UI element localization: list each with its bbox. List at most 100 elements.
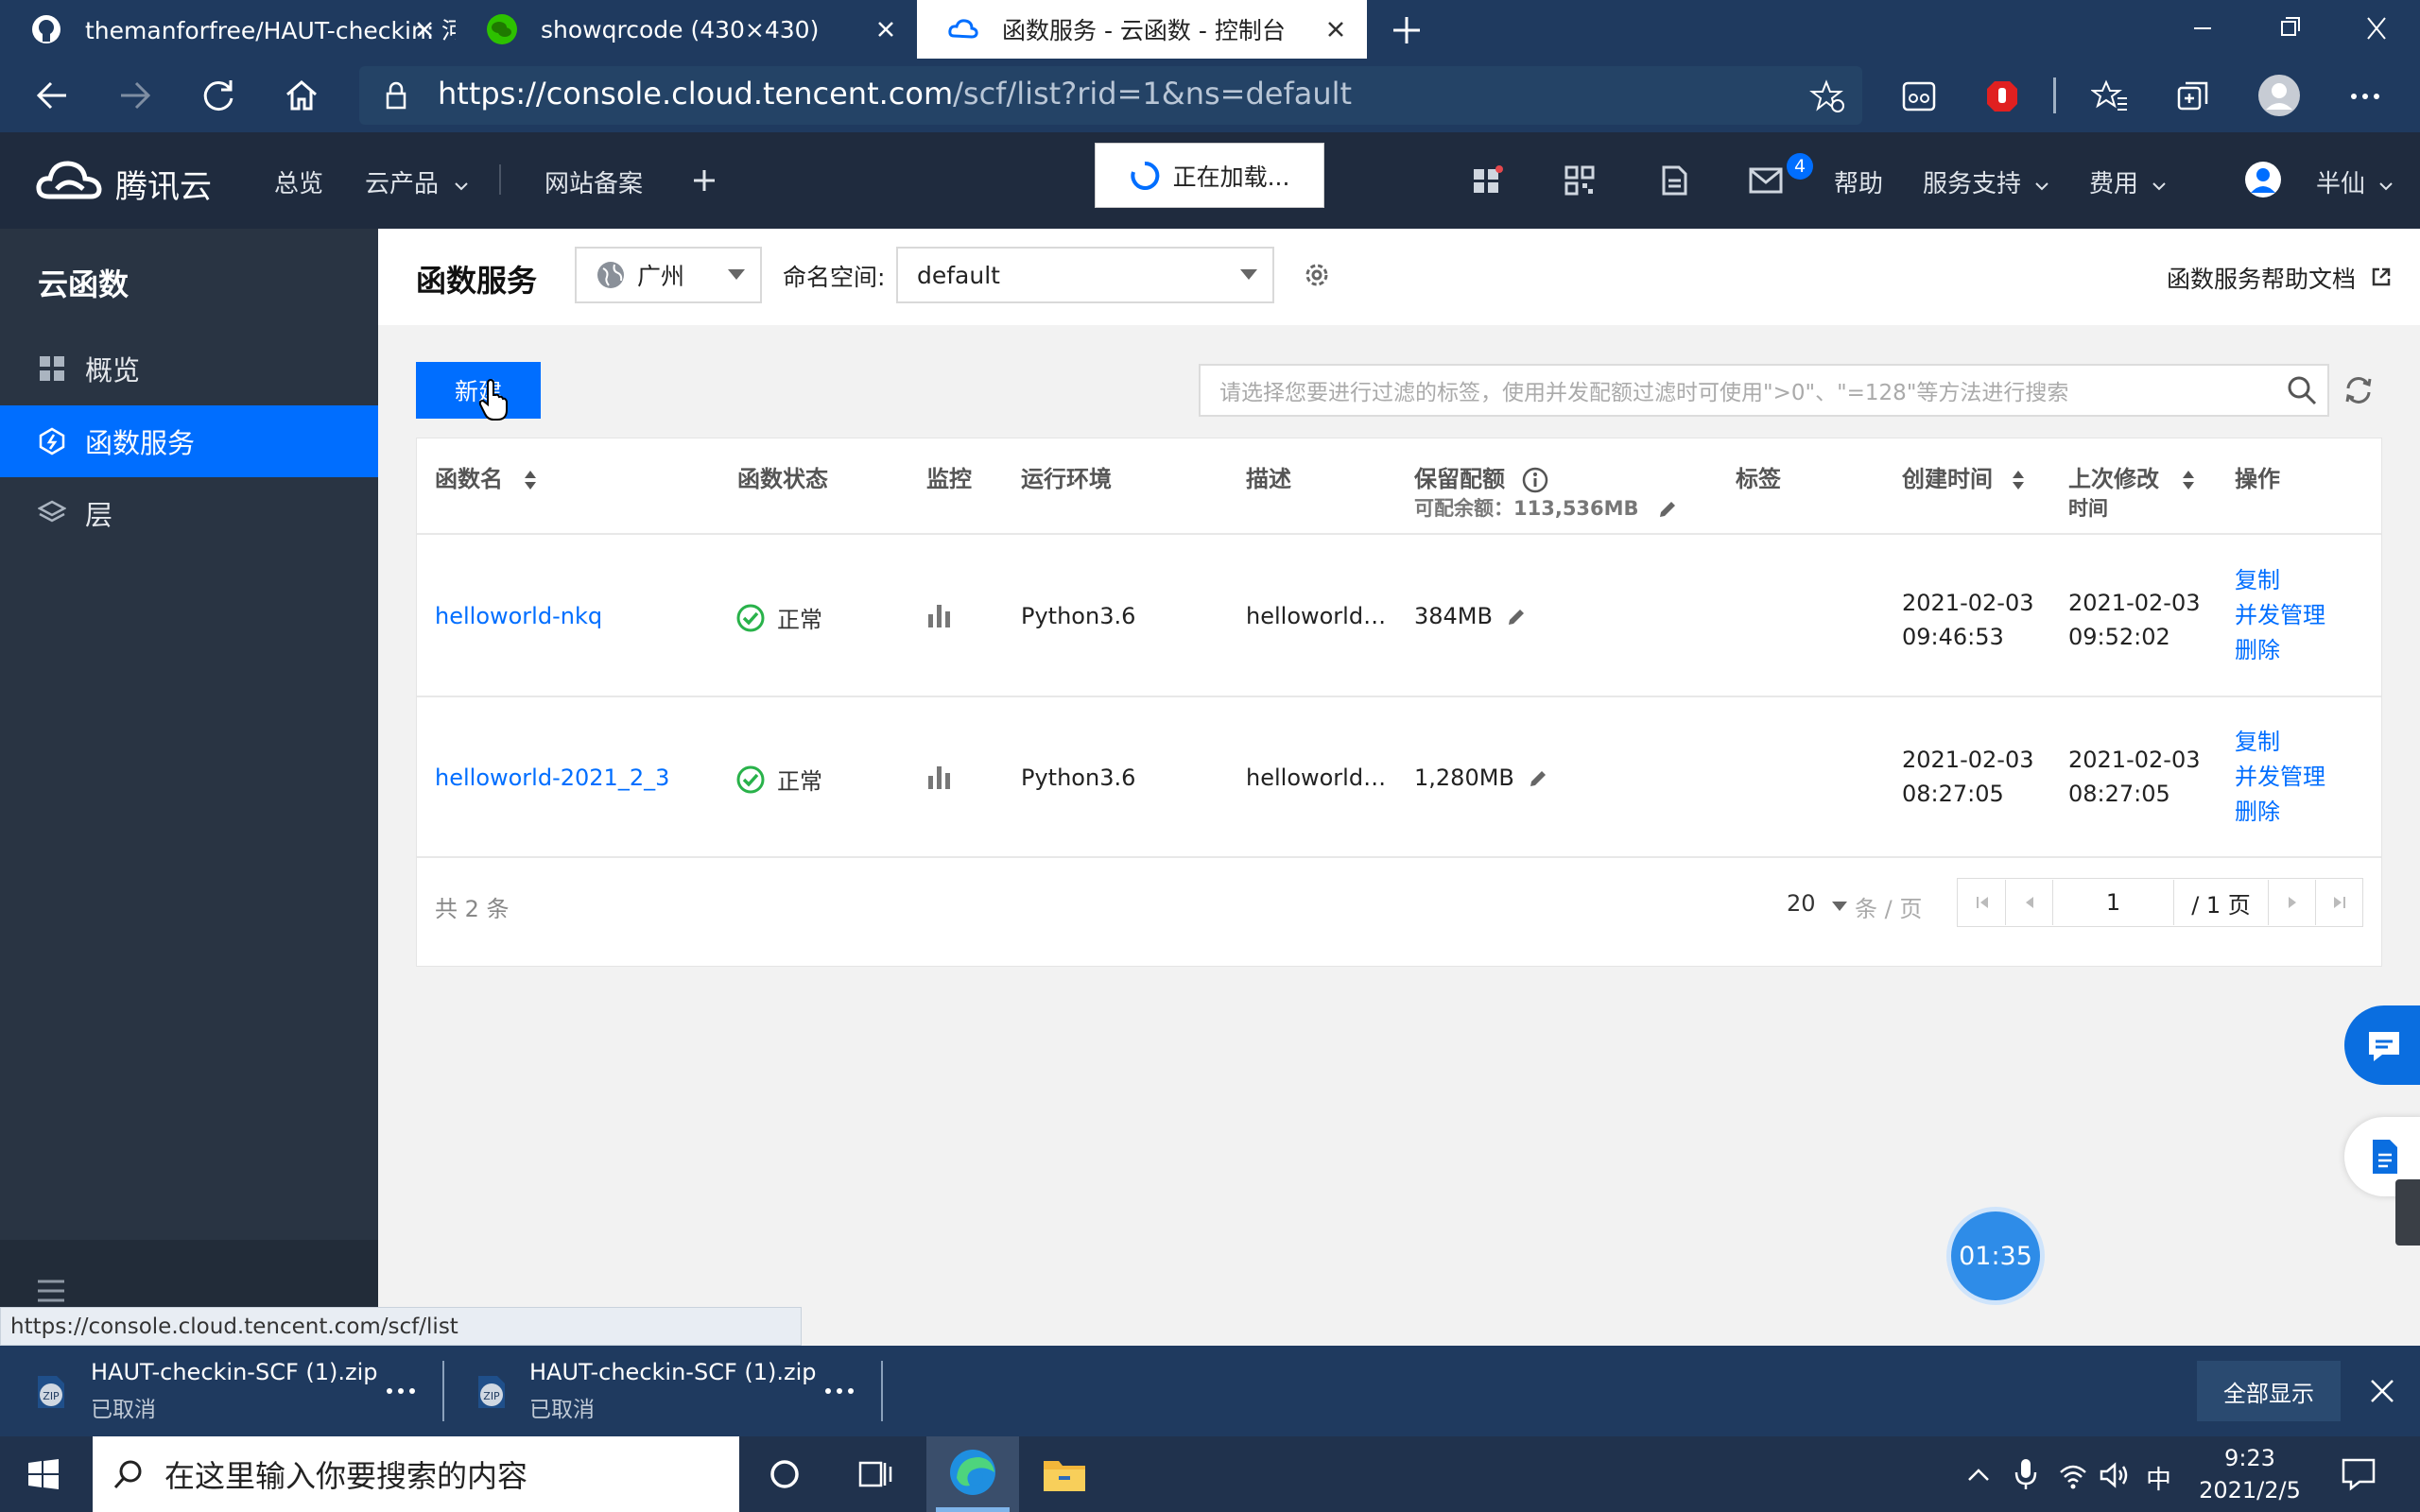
- runtime-value: Python3.6: [1021, 603, 1136, 629]
- nav-help[interactable]: 帮助: [1834, 164, 1883, 199]
- nav-products[interactable]: 云产品: [365, 164, 469, 199]
- profile-avatar-icon[interactable]: [2257, 74, 2301, 117]
- more-options-icon[interactable]: [382, 1376, 420, 1406]
- function-name-link[interactable]: helloworld-nkq: [435, 603, 602, 629]
- document-icon[interactable]: [1658, 164, 1690, 197]
- concurrency-action[interactable]: 并发管理: [2235, 760, 2325, 795]
- download-item[interactable]: ZIP HAUT-checkin-SCF (1).zip 已取消: [0, 1357, 441, 1425]
- delete-action[interactable]: 删除: [2235, 633, 2325, 668]
- copy-action[interactable]: 复制: [2235, 563, 2325, 598]
- column-header-name[interactable]: 函数名: [435, 460, 537, 493]
- user-menu[interactable]: 半仙: [2316, 164, 2394, 199]
- tag-filter-search[interactable]: 请选择您要进行过滤的标签，使用并发配额过滤时可使用">0"、"=128"等方法进…: [1199, 364, 2329, 417]
- close-icon[interactable]: [1322, 15, 1350, 43]
- refresh-icon[interactable]: [2342, 374, 2375, 406]
- edit-pencil-icon[interactable]: [1528, 768, 1548, 789]
- page-number-input[interactable]: 1: [2053, 880, 2174, 925]
- close-icon[interactable]: [410, 15, 439, 43]
- user-avatar-icon[interactable]: [2244, 161, 2282, 198]
- delete-action[interactable]: 删除: [2235, 795, 2325, 830]
- sidebar-item-overview[interactable]: 概览: [0, 333, 378, 404]
- reader-extension-icon[interactable]: [1900, 77, 1938, 115]
- refresh-button[interactable]: [197, 74, 240, 117]
- file-explorer-icon[interactable]: [1042, 1453, 1087, 1493]
- first-page-button[interactable]: [1959, 880, 2006, 925]
- nav-support[interactable]: 服务支持: [1923, 164, 2049, 199]
- info-icon[interactable]: [1522, 467, 1548, 493]
- window-close-button[interactable]: [2354, 8, 2399, 49]
- network-icon[interactable]: [2057, 1459, 2089, 1491]
- minimize-button[interactable]: [2180, 8, 2225, 49]
- sort-icon: [2182, 470, 2195, 490]
- search-icon[interactable]: [2286, 374, 2318, 406]
- system-clock[interactable]: 9:23 2021/2/5: [2184, 1442, 2316, 1506]
- tab-scf-console[interactable]: 函数服务 - 云函数 - 控制台: [917, 0, 1367, 59]
- close-download-bar-icon[interactable]: [2365, 1374, 2399, 1408]
- function-name-link[interactable]: helloworld-2021_2_3: [435, 765, 669, 791]
- back-button[interactable]: [30, 74, 74, 117]
- copy-action[interactable]: 复制: [2235, 725, 2325, 760]
- add-shortcut-plus-icon[interactable]: [690, 166, 718, 195]
- monitor-chart-icon[interactable]: [926, 603, 953, 629]
- close-icon[interactable]: [872, 15, 900, 43]
- download-item[interactable]: ZIP HAUT-checkin-SCF (1).zip 已取消: [444, 1357, 881, 1425]
- edit-pencil-icon[interactable]: [1657, 499, 1678, 520]
- column-header-modified[interactable]: 上次修改: [2068, 460, 2195, 493]
- page-size-select[interactable]: 20: [1787, 890, 1848, 917]
- collections-icon[interactable]: [2174, 77, 2212, 115]
- prev-page-button[interactable]: [2006, 880, 2053, 925]
- windows-start-icon[interactable]: [26, 1457, 60, 1491]
- apps-grid-icon[interactable]: [1471, 164, 1503, 197]
- last-page-button[interactable]: [2316, 880, 2363, 925]
- timer-badge[interactable]: 01:35: [1951, 1211, 2040, 1300]
- column-header-created[interactable]: 创建时间: [1902, 460, 2025, 493]
- adblock-extension-icon[interactable]: [1983, 77, 2021, 115]
- qrcode-icon[interactable]: [1564, 164, 1596, 197]
- home-button[interactable]: [280, 74, 323, 117]
- brand-name[interactable]: 腾讯云: [115, 161, 212, 207]
- url-text[interactable]: https://console.cloud.tencent.com/scf/li…: [438, 76, 1352, 112]
- volume-icon[interactable]: [2099, 1459, 2131, 1491]
- sidebar-item-label: 层: [85, 499, 113, 531]
- taskbar-edge-app[interactable]: [926, 1436, 1019, 1512]
- task-view-icon[interactable]: [858, 1457, 894, 1491]
- collapse-menu-icon[interactable]: [36, 1278, 66, 1304]
- region-select[interactable]: 广州: [575, 247, 762, 303]
- nav-overview[interactable]: 总览: [274, 164, 323, 199]
- tencent-cloud-logo[interactable]: [36, 155, 104, 204]
- settings-gear-icon[interactable]: [1301, 259, 1333, 291]
- side-drag-handle[interactable]: [2395, 1179, 2420, 1246]
- cortana-icon[interactable]: [768, 1457, 802, 1491]
- new-tab-button[interactable]: [1386, 9, 1427, 51]
- more-menu-icon[interactable]: [2346, 77, 2384, 115]
- chevron-up-icon[interactable]: [1964, 1461, 1993, 1489]
- nav-icp-filing[interactable]: 网站备案: [544, 164, 643, 199]
- forward-button[interactable]: [113, 74, 157, 117]
- favorites-icon[interactable]: [2091, 77, 2129, 115]
- lock-icon[interactable]: [380, 79, 412, 112]
- show-all-downloads-button[interactable]: 全部显示: [2197, 1361, 2341, 1421]
- namespace-select[interactable]: default: [896, 247, 1274, 303]
- favorite-add-icon[interactable]: [1809, 77, 1847, 115]
- check-circle-icon: [735, 765, 766, 795]
- sidebar-item-functions[interactable]: 函数服务: [0, 405, 378, 477]
- sidebar-item-layers[interactable]: 层: [0, 477, 378, 549]
- notification-center-icon[interactable]: [2341, 1457, 2377, 1491]
- concurrency-action[interactable]: 并发管理: [2235, 598, 2325, 633]
- mail-icon[interactable]: [1749, 166, 1783, 195]
- monitor-chart-icon[interactable]: [926, 765, 953, 791]
- next-page-button[interactable]: [2269, 880, 2316, 925]
- ime-indicator[interactable]: 中: [2146, 1459, 2171, 1496]
- taskbar-search[interactable]: 在这里输入你要搜索的内容: [93, 1436, 739, 1512]
- microphone-icon[interactable]: [2012, 1457, 2040, 1491]
- help-doc-link[interactable]: 函数服务帮助文档: [2167, 261, 2392, 295]
- search-icon: [112, 1457, 146, 1491]
- restore-button[interactable]: [2267, 8, 2312, 49]
- edit-pencil-icon[interactable]: [1506, 607, 1527, 627]
- more-options-icon[interactable]: [821, 1376, 858, 1406]
- download-status: 已取消: [91, 1398, 156, 1422]
- tab-showqrcode[interactable]: showqrcode (430×430): [456, 0, 917, 59]
- chat-button[interactable]: [2344, 1005, 2420, 1085]
- tab-github[interactable]: themanforfree/HAUT-checkin: 河: [0, 0, 456, 59]
- nav-billing[interactable]: 费用: [2089, 164, 2167, 199]
